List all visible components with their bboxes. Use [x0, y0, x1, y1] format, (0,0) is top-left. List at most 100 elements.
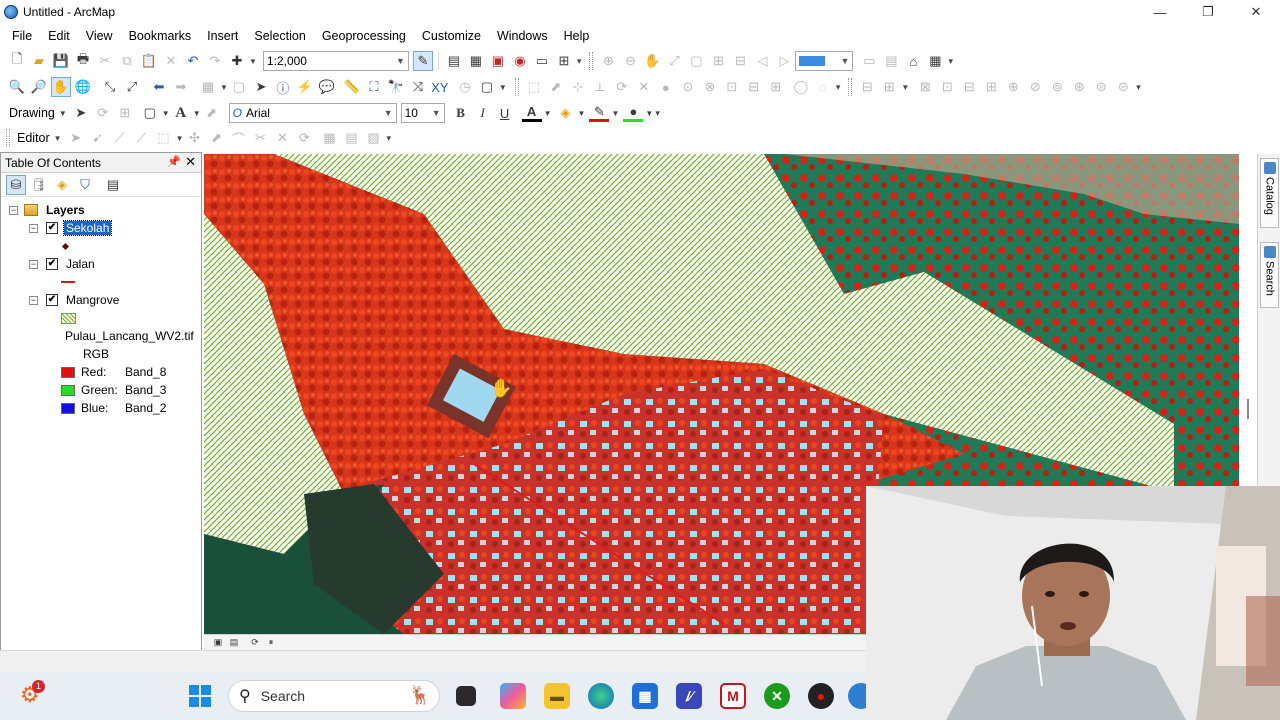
list-by-source-icon[interactable]: 🛢 — [29, 175, 49, 195]
modelbuilder-icon[interactable]: ⊞ — [554, 51, 574, 71]
tab-search[interactable]: Search — [1260, 242, 1279, 308]
add-data-icon[interactable]: ✚ — [227, 51, 247, 71]
chevron-down-icon[interactable]: ▼ — [499, 83, 507, 92]
fixed-zoom-in-icon[interactable]: ⤡ — [100, 77, 120, 97]
menu-bookmarks[interactable]: Bookmarks — [121, 25, 200, 47]
media-app-icon[interactable]: ● — [808, 683, 834, 709]
circle-option-icon[interactable]: ◌ — [813, 77, 833, 97]
fill-color-icon[interactable]: ◈ — [556, 103, 576, 123]
menu-selection[interactable]: Selection — [246, 25, 313, 47]
sketch-properties-window-icon[interactable]: ▤ — [342, 128, 362, 148]
find-route-icon[interactable]: ⤨ — [408, 77, 428, 97]
cut-icon[interactable]: ✂ — [95, 51, 115, 71]
chevron-down-icon[interactable]: ▼ — [544, 109, 552, 118]
rotate-element-icon[interactable]: ⟳ — [93, 103, 113, 123]
font-color-button[interactable]: A — [521, 104, 542, 122]
zoom-whole-page-icon[interactable]: ⤢ — [664, 51, 684, 71]
split-tool-icon[interactable]: ✕ — [273, 128, 293, 148]
point-icon[interactable]: ⬚ — [154, 128, 174, 148]
snapping-icon[interactable]: ⊙ — [678, 77, 698, 97]
go-to-xy-icon[interactable]: XY — [430, 77, 450, 97]
bold-button[interactable]: B — [451, 103, 471, 123]
tab-catalog[interactable]: Catalog — [1260, 158, 1279, 228]
scale-icon[interactable]: ⊟ — [959, 77, 979, 97]
layer-name-jalan[interactable]: Jalan — [64, 257, 97, 271]
toolbar-options-icon[interactable]: ▾ — [948, 56, 953, 67]
layer-mangrove[interactable]: − ✔ Mangrove — [29, 291, 121, 309]
task-view-icon[interactable] — [456, 686, 476, 706]
zoom-in-icon[interactable]: 🔍 — [7, 77, 27, 97]
menu-edit[interactable]: Edit — [40, 25, 78, 47]
collapse-icon[interactable]: − — [9, 205, 18, 215]
search-window-icon[interactable]: ◉ — [510, 51, 530, 71]
menu-windows[interactable]: Windows — [489, 25, 556, 47]
raster-layer[interactable]: Pulau_Lancang_WV2.tif — [65, 327, 194, 345]
topology-icon[interactable]: ⊗ — [700, 77, 720, 97]
layer-visibility-checkbox[interactable]: ✔ — [46, 258, 58, 270]
attributes-window-icon[interactable]: ▦ — [320, 128, 340, 148]
toc-options-icon[interactable]: ▤ — [103, 175, 123, 195]
edit-vertices-icon[interactable]: ⬈ — [207, 128, 227, 148]
editor-toolbar-icon[interactable]: ✎ — [412, 51, 433, 71]
refresh-icon[interactable]: ⟳ — [248, 636, 262, 650]
layer-visibility-checkbox[interactable]: ✔ — [46, 222, 58, 234]
pan-hand-icon[interactable]: ✋ — [51, 77, 71, 97]
menu-insert[interactable]: Insert — [199, 25, 246, 47]
save-icon[interactable]: 💾 — [51, 51, 71, 71]
layer-name-sekolah[interactable]: Sekolah — [62, 220, 113, 236]
layer-name-mangrove[interactable]: Mangrove — [64, 293, 121, 307]
layout-zoom-out-icon[interactable]: ⊖ — [620, 51, 640, 71]
redo-icon[interactable]: ↷ — [205, 51, 225, 71]
copilot-icon[interactable] — [500, 683, 526, 709]
print-icon[interactable]: 🖶 — [73, 51, 93, 71]
line-color-icon[interactable]: ✎ — [589, 104, 610, 122]
link-table-icon[interactable]: ⊜ — [1091, 77, 1111, 97]
find-icon[interactable]: ⛶ — [364, 77, 384, 97]
toolbar-options-icon[interactable]: ▾ — [1136, 82, 1141, 93]
hyperlink-icon[interactable]: ⚡ — [295, 77, 315, 97]
paste-icon[interactable]: 📋 — [139, 51, 159, 71]
list-by-visibility-icon[interactable]: ◈ — [52, 175, 72, 195]
cut-polygons-icon[interactable]: ⊹ — [568, 77, 588, 97]
trace-icon[interactable]: ⟋ — [132, 128, 152, 148]
menu-customize[interactable]: Customize — [414, 25, 489, 47]
layer-sekolah[interactable]: − ✔ Sekolah — [29, 219, 113, 237]
menu-file[interactable]: File — [4, 25, 40, 47]
toggle-draft-mode-icon[interactable]: ▭ — [859, 51, 879, 71]
toolbar-options-icon[interactable]: ▾ — [387, 133, 392, 144]
clear-selection-icon[interactable]: ▢ — [229, 77, 249, 97]
data-view-icon[interactable]: ▣ — [211, 636, 225, 650]
layer-visibility-checkbox[interactable]: ✔ — [46, 294, 58, 306]
layout-pan-icon[interactable]: ✋ — [642, 51, 662, 71]
layer-jalan[interactable]: − ✔ Jalan — [29, 255, 97, 273]
select-elements-icon[interactable]: ➤ — [71, 103, 91, 123]
focus-data-frame-icon[interactable]: ▤ — [881, 51, 901, 71]
rotate-tool-icon[interactable]: ⟳ — [295, 128, 315, 148]
menu-view[interactable]: View — [78, 25, 121, 47]
change-layout-icon[interactable]: ⌂ — [903, 51, 923, 71]
html-popup-icon[interactable]: 💬 — [317, 77, 337, 97]
xbox-icon[interactable]: ✕ — [764, 683, 790, 709]
menu-help[interactable]: Help — [556, 25, 598, 47]
map-scale-combo[interactable]: 1:2,000 ▼ — [262, 51, 409, 71]
layout-view-icon[interactable]: ▤ — [227, 636, 241, 650]
layout-zoom-combo[interactable]: ▼ — [795, 51, 854, 71]
split-icon[interactable]: ⟂ — [590, 77, 610, 97]
maximize-button[interactable]: ❐ — [1184, 0, 1232, 24]
menu-geoprocessing[interactable]: Geoprocessing — [314, 25, 414, 47]
chevron-down-icon[interactable]: ▼ — [162, 109, 170, 118]
font-size-combo[interactable]: 10 ▼ — [400, 103, 445, 123]
chevron-down-icon[interactable]: ▼ — [611, 109, 619, 118]
chevron-down-icon[interactable]: ▼ — [220, 83, 228, 92]
measure-icon[interactable]: 📏 — [342, 77, 362, 97]
zoom-out-icon[interactable]: 🔎 — [29, 77, 49, 97]
go-forward-extent-icon[interactable]: ▷ — [774, 51, 794, 71]
catalog-window-icon[interactable]: ▦ — [466, 51, 486, 71]
reshape-icon[interactable]: ⬈ — [546, 77, 566, 97]
forward-arrow-icon[interactable]: ➡ — [171, 77, 191, 97]
select-features-icon[interactable]: ▦ — [198, 77, 218, 97]
go-back-extent-icon[interactable]: ◁ — [752, 51, 772, 71]
create-features-icon[interactable]: ▧ — [364, 128, 384, 148]
layer-combo-icon[interactable]: ⊞ — [879, 77, 899, 97]
chevron-down-icon[interactable]: ▼ — [645, 109, 653, 118]
